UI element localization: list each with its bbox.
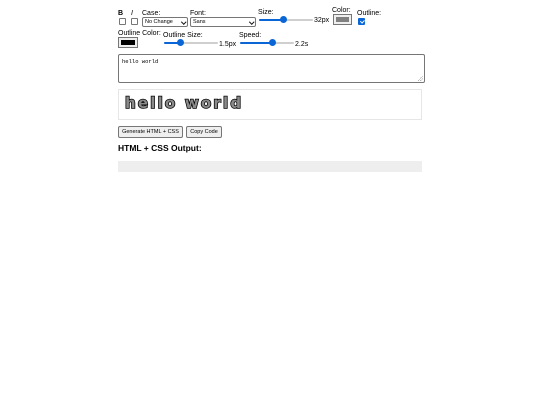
outline-color-swatch [121, 40, 135, 45]
color-swatch [336, 17, 349, 22]
slider-fill [240, 42, 273, 44]
outline-size-slider[interactable] [164, 38, 218, 48]
outline-size-value: 1.5px [219, 41, 237, 48]
text-input[interactable]: hello world [118, 54, 425, 83]
preview-panel: hello world [118, 89, 422, 120]
outline-checkbox[interactable] [358, 18, 365, 25]
chevron-down-icon [248, 19, 254, 25]
italic-checkbox[interactable] [131, 18, 138, 25]
text-input-value: hello world [122, 58, 159, 65]
font-select-value: Sans [193, 19, 206, 25]
outline-color-picker[interactable] [118, 37, 138, 48]
bold-checkbox[interactable] [119, 18, 126, 25]
slider-thumb[interactable] [268, 39, 276, 46]
font-select[interactable]: Sans [190, 17, 256, 27]
case-select-value: No Change [145, 19, 173, 25]
size-slider[interactable] [259, 15, 313, 25]
italic-label: I [131, 10, 133, 17]
speed-slider[interactable] [240, 38, 294, 48]
chevron-down-icon [180, 19, 186, 25]
preview-text: hello world [124, 93, 244, 113]
size-value: 32px [314, 17, 330, 24]
speed-value: 2.2s [295, 41, 309, 48]
output-heading: HTML + CSS Output: [118, 143, 202, 153]
slider-thumb[interactable] [279, 16, 287, 23]
generate-button[interactable]: Generate HTML + CSS [118, 126, 183, 138]
copy-code-button[interactable]: Copy Code [186, 126, 222, 138]
resize-grip-icon[interactable] [418, 76, 423, 81]
slider-thumb[interactable] [176, 39, 184, 46]
bold-label: B [118, 10, 124, 17]
color-picker[interactable] [333, 14, 352, 25]
outline-label: Outline: [357, 10, 382, 17]
output-code-block [118, 161, 422, 172]
case-select[interactable]: No Change [142, 17, 188, 27]
